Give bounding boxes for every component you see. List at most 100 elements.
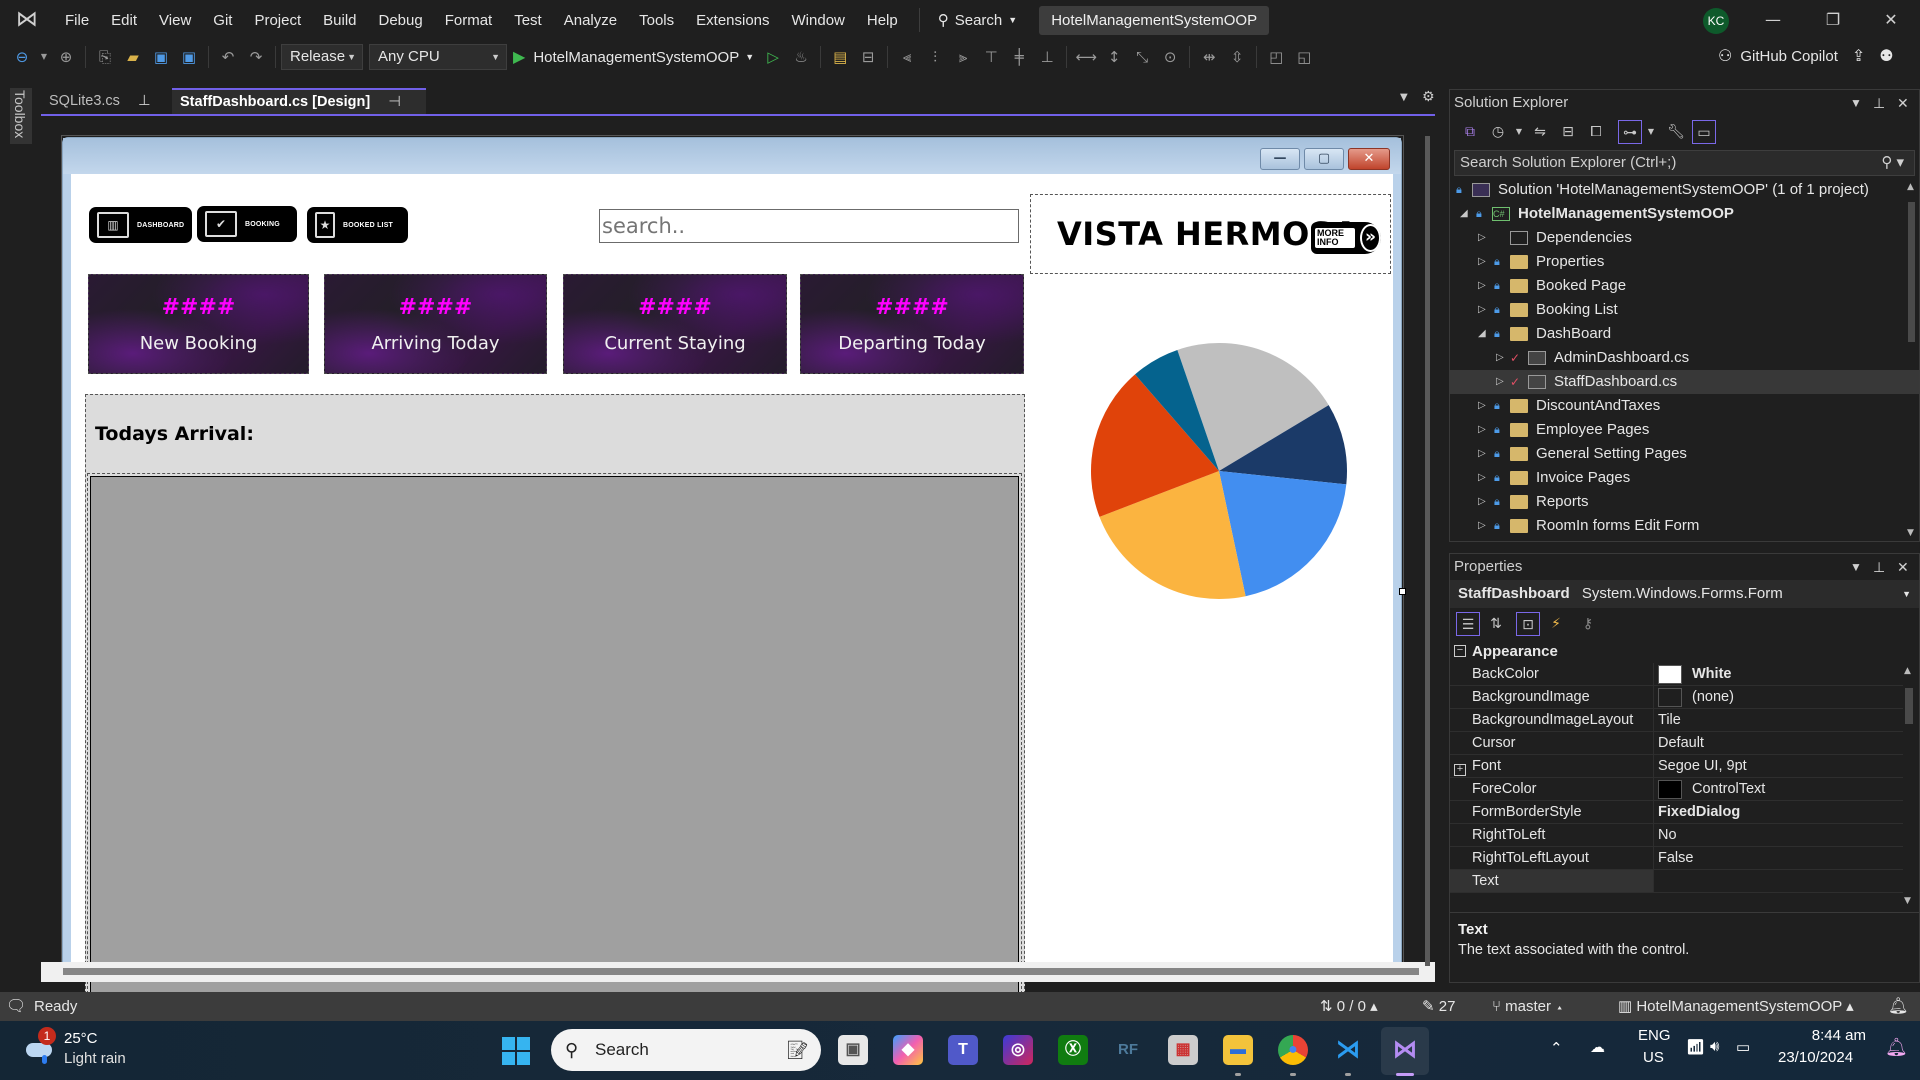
back-dropdown-icon[interactable]: ▼ [39, 46, 49, 68]
battery-icon[interactable]: ▭ [1736, 1038, 1750, 1056]
pin-icon[interactable]: ⊥ [1873, 554, 1885, 580]
save-all-icon[interactable]: ▣ [178, 46, 200, 68]
scrollbar-thumb[interactable] [1908, 202, 1915, 342]
chrome-icon[interactable]: ● [1278, 1035, 1308, 1065]
solution-explorer-scrollbar[interactable]: ▲ ▼ [1905, 182, 1917, 538]
tree-item[interactable]: ▷ 🔒︎ Reports [1450, 490, 1919, 514]
property-value[interactable]: ControlText [1654, 778, 1903, 801]
booked-list-nav-button[interactable]: ★ BOOKED LIST [307, 207, 408, 243]
branch-status[interactable]: ⑂ master ▴ [1492, 992, 1564, 1021]
align-top-icon[interactable]: ⊤ [980, 46, 1002, 68]
tab-overflow-icon[interactable]: ▼ [1400, 92, 1408, 103]
property-value[interactable] [1654, 870, 1903, 893]
close-icon[interactable]: ✕ [1897, 90, 1909, 116]
property-value[interactable]: FixedDialog [1654, 801, 1903, 824]
send-to-back-icon[interactable]: ◱ [1293, 46, 1315, 68]
menu-debug[interactable]: Debug [368, 12, 434, 29]
expand-arrow-icon[interactable]: ▷ [1478, 226, 1486, 250]
center-vertically-icon[interactable]: ⇳ [1226, 46, 1248, 68]
menu-analyze[interactable]: Analyze [553, 12, 628, 29]
scroll-up-icon[interactable]: ▲ [1907, 182, 1914, 192]
property-row[interactable]: Text [1450, 870, 1919, 893]
tree-item[interactable]: ▷ 🔒︎ Booking List [1450, 298, 1919, 322]
share-icon[interactable]: ⇪ [1852, 46, 1865, 66]
tree-item[interactable]: ▷ Dependencies [1450, 226, 1919, 250]
designer-vertical-scrollbar[interactable] [1420, 120, 1435, 966]
collapse-icon[interactable]: − [1454, 645, 1466, 657]
restore-button[interactable]: ❐ [1810, 0, 1856, 40]
booking-nav-button[interactable]: ✔ BOOKING [197, 206, 297, 242]
save-icon[interactable]: ▣ [150, 46, 172, 68]
scroll-down-icon[interactable]: ▼ [1904, 896, 1911, 906]
properties-view-icon[interactable]: ⊡ [1516, 612, 1540, 636]
search-input[interactable] [599, 209, 1019, 243]
close-icon[interactable]: ✕ [1897, 554, 1909, 580]
tree-item[interactable]: ▷ 🔒︎ RoomIn forms Edit Form [1450, 514, 1919, 538]
scrollbar-thumb[interactable] [1905, 688, 1913, 724]
chevron-down-icon[interactable]: ▼ [1646, 120, 1656, 144]
start-debugging-button[interactable]: ▶ HotelManagementSystemOOP ▼ [513, 47, 754, 67]
navigate-back-icon[interactable]: ⊖ [11, 46, 33, 68]
same-width-icon[interactable]: ⟷ [1075, 46, 1097, 68]
notifications-bell-icon[interactable]: 🔔︎ [1888, 992, 1908, 1021]
pin-icon[interactable]: ⊥ [1873, 90, 1885, 116]
minimize-button[interactable]: — [1750, 0, 1796, 40]
menu-build[interactable]: Build [312, 12, 367, 29]
new-project-icon[interactable]: ⎘ [94, 46, 116, 68]
pending-changes-filter-icon[interactable]: ◷ [1486, 120, 1510, 144]
form-resize-handle[interactable] [1399, 588, 1406, 595]
property-row[interactable]: BackgroundImageLayout Tile [1450, 709, 1919, 732]
user-avatar[interactable]: KC [1703, 8, 1729, 34]
copilot-app-icon[interactable]: ◆ [893, 1035, 923, 1065]
tree-item[interactable]: ▷ ✓ AdminDashboard.cs [1450, 346, 1919, 370]
object-selector[interactable]: StaffDashboard System.Windows.Forms.Form… [1450, 580, 1919, 608]
property-value[interactable]: False [1654, 847, 1903, 870]
vscode-icon[interactable]: ⋊ [1333, 1035, 1363, 1065]
tree-item[interactable]: ◢ 🔒︎ C# HotelManagementSystemOOP [1450, 202, 1919, 226]
repository-status[interactable]: ▥ HotelManagementSystemOOP ▴ [1618, 992, 1854, 1021]
weather-description[interactable]: Light rain [64, 1050, 126, 1067]
switch-views-icon[interactable]: ⧉ [1458, 120, 1482, 144]
taskbar-search[interactable]: ⚲ Search 📝︎ [551, 1029, 821, 1071]
hot-reload-icon[interactable]: ♨ [790, 46, 812, 68]
visual-studio-icon[interactable]: ⋈ [1390, 1035, 1420, 1065]
scroll-up-icon[interactable]: ▲ [1904, 666, 1911, 676]
live-share-icon[interactable]: ⚉ [1879, 46, 1893, 66]
weather-temperature[interactable]: 25°C [64, 1030, 98, 1047]
property-value[interactable]: White [1654, 663, 1903, 686]
tree-item[interactable]: ◢ 🔒︎ DashBoard [1450, 322, 1919, 346]
menu-help[interactable]: Help [856, 12, 909, 29]
expand-arrow-icon[interactable]: ▷ [1478, 298, 1486, 322]
same-height-icon[interactable]: ↕ [1103, 46, 1125, 68]
menu-extensions[interactable]: Extensions [685, 12, 780, 29]
align-bottom-icon[interactable]: ⊥ [1036, 46, 1058, 68]
property-value[interactable]: Default [1654, 732, 1903, 755]
preview-selected-icon[interactable]: ▭ [1692, 120, 1716, 144]
size-to-grid-icon[interactable]: ⤡ [1131, 46, 1153, 68]
property-value[interactable]: Segoe UI, 9pt [1654, 755, 1903, 778]
expand-arrow-icon[interactable]: ▷ [1496, 370, 1504, 394]
designer-horizontal-scrollbar[interactable] [41, 962, 1435, 982]
sync-status[interactable]: ⇅ 0 / 0 ▴ [1320, 992, 1378, 1021]
collapse-arrow-icon[interactable]: ◢ [1478, 322, 1486, 346]
tree-item[interactable]: ▷ 🔒︎ General Setting Pages [1450, 442, 1919, 466]
form-maximize-button[interactable]: ▢ [1304, 148, 1344, 170]
menu-view[interactable]: View [148, 12, 202, 29]
categorized-icon[interactable]: ☰ [1456, 612, 1480, 636]
redo-icon[interactable]: ↷ [245, 46, 267, 68]
property-pages-icon[interactable]: ⚷ [1576, 612, 1600, 636]
start-button[interactable] [502, 1037, 530, 1065]
form-close-button[interactable]: ✕ [1348, 148, 1390, 170]
toolbox-label[interactable]: Toolbox [12, 90, 28, 138]
tree-item[interactable]: ▷ 🔒︎ Booked Page [1450, 274, 1919, 298]
configuration-dropdown[interactable]: Release ▼ [281, 44, 363, 70]
dashboard-nav-button[interactable]: ▥ DASHBOARD [89, 207, 192, 243]
alphabetical-icon[interactable]: ⇅ [1484, 612, 1508, 636]
more-info-button[interactable]: MORE INFO » [1311, 222, 1381, 254]
menu-edit[interactable]: Edit [100, 12, 148, 29]
github-copilot-button[interactable]: ⚇ GitHub Copilot ⇪ ⚉ [1718, 46, 1894, 66]
events-icon[interactable]: ⚡ [1544, 612, 1568, 636]
properties-scrollbar[interactable]: ▲ ▼ [1903, 666, 1915, 906]
search-menu-button[interactable]: ⚲ Search ▼ [930, 11, 1025, 30]
property-row[interactable]: BackColor White [1450, 663, 1919, 686]
